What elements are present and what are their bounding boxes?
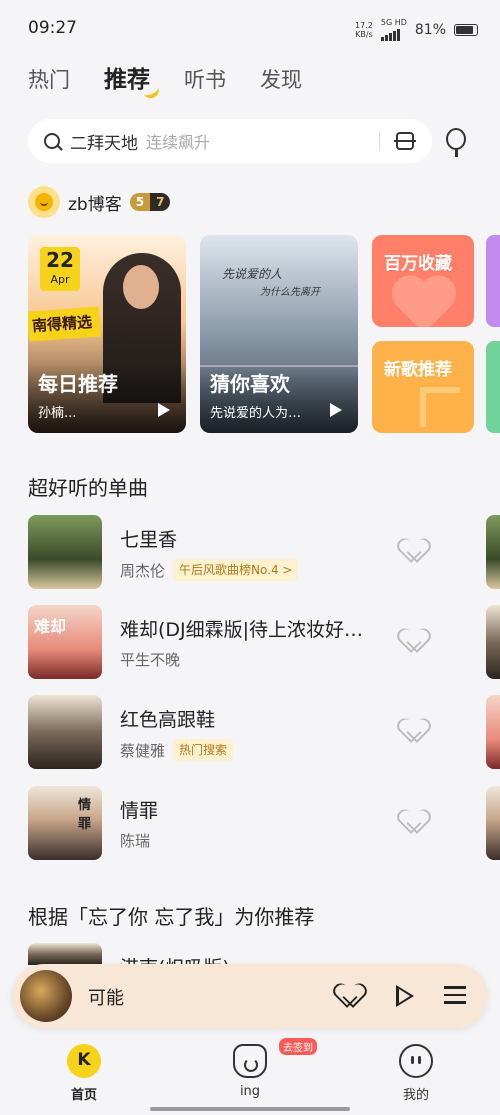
- nav-ing[interactable]: 去签到 ing: [210, 1038, 317, 1099]
- song-row[interactable]: 难却 难却(DJ细霖版|待上浓妆好… 平生不晚: [28, 605, 468, 679]
- search-hint: 连续飙升: [146, 133, 211, 152]
- play-icon[interactable]: [330, 403, 342, 417]
- cover-banner-text: 南得精选: [31, 312, 93, 336]
- tile-peek[interactable]: [486, 341, 500, 433]
- song-title: 情罪: [120, 800, 159, 822]
- tile-million-favorites[interactable]: 百万收藏: [372, 235, 474, 327]
- like-heart-icon[interactable]: [402, 629, 428, 653]
- player-song-title: 可能: [88, 988, 124, 1009]
- battery-percent: 81%: [414, 21, 446, 38]
- song-cover: [28, 943, 102, 965]
- user-row[interactable]: zb博客 5 7: [28, 186, 171, 218]
- music-note-icon: [420, 387, 460, 427]
- signal-icon: 5G HD: [380, 18, 407, 41]
- headphone-icon: 去签到: [233, 1038, 317, 1078]
- date-badge: 22 Apr: [40, 247, 80, 291]
- song-cover: 难却: [28, 605, 102, 679]
- card-title: 每日推荐: [38, 372, 118, 396]
- heart-shape-icon: [398, 277, 458, 327]
- cover-script-text-2: 为什么先离开: [260, 287, 320, 298]
- status-time: 09:27: [28, 18, 77, 38]
- song-title: 红色高跟鞋: [120, 709, 216, 731]
- song-artist: 陈瑞: [120, 832, 151, 850]
- cover-script-text: 先说爱的人: [222, 267, 283, 281]
- face-icon: [399, 1044, 433, 1078]
- guess-you-like-card[interactable]: 先说爱的人 为什么先离开 猜你喜欢 先说爱的人为…: [200, 235, 358, 433]
- status-indicators: 17.2 KB/s 5G HD 81%: [355, 18, 478, 41]
- user-name: zb博客: [68, 194, 122, 215]
- scan-icon[interactable]: [394, 132, 416, 150]
- checkin-badge[interactable]: 去签到: [279, 1038, 317, 1055]
- player-album-art[interactable]: [20, 970, 72, 1022]
- daily-recommend-card[interactable]: 22 Apr 南得精选 每日推荐 孙楠...: [28, 235, 186, 433]
- search-icon: [44, 133, 60, 149]
- nav-me[interactable]: 我的: [376, 1044, 456, 1103]
- avatar[interactable]: [28, 186, 60, 218]
- tab-recommend[interactable]: 推荐: [104, 60, 162, 101]
- song-cover: [28, 515, 102, 589]
- nav-home[interactable]: K 首页: [44, 1044, 124, 1103]
- song-artist: 平生不晚: [120, 651, 181, 669]
- playlist-icon[interactable]: [444, 986, 466, 1004]
- tile-peek[interactable]: [486, 235, 500, 327]
- song-cover: [28, 695, 102, 769]
- song-artist: 蔡健雅: [120, 741, 166, 760]
- song-title: 难却(DJ细霖版|待上浓妆好…: [120, 619, 364, 641]
- song-row[interactable]: 七里香 周杰伦 午后风歌曲榜No.4 >: [28, 515, 468, 589]
- song-row[interactable]: 情罪 情罪 陈瑞: [28, 786, 468, 860]
- search-query: 二拜天地: [70, 133, 138, 154]
- home-indicator: [150, 1107, 350, 1111]
- tab-discover[interactable]: 发现: [260, 64, 302, 94]
- top-tabs: 热门 推荐 听书 发现: [28, 60, 336, 101]
- song-tag[interactable]: 午后风歌曲榜No.4 >: [173, 559, 299, 581]
- song-row[interactable]: 红色高跟鞋 蔡健雅 热门搜索: [28, 695, 468, 769]
- sing-mic-icon[interactable]: [440, 122, 474, 160]
- like-heart-icon[interactable]: [402, 539, 428, 563]
- song-artist: 周杰伦: [120, 561, 166, 580]
- song-row[interactable]: 港南(炽吸版): [28, 943, 468, 965]
- search-bar[interactable]: 二拜天地 连续飙升: [28, 119, 432, 163]
- card-subtitle: 孙楠...: [38, 406, 77, 421]
- play-icon[interactable]: [396, 985, 414, 1007]
- tile-new-songs[interactable]: 新歌推荐: [372, 341, 474, 433]
- song-tag[interactable]: 热门搜索: [173, 739, 234, 761]
- section-title: 超好听的单曲: [28, 476, 148, 500]
- tab-audiobook[interactable]: 听书: [184, 64, 226, 94]
- net-speed: 17.2 KB/s: [355, 20, 373, 39]
- mini-player[interactable]: 可能: [12, 964, 488, 1028]
- card-title: 猜你喜欢: [210, 372, 290, 396]
- status-bar: 09:27 17.2 KB/s 5G HD 81%: [0, 0, 500, 56]
- bottom-nav: K 首页 去签到 ing 我的: [0, 1036, 500, 1115]
- vip-badge[interactable]: 5 7: [129, 193, 171, 211]
- battery-icon: [454, 23, 478, 36]
- play-icon[interactable]: [158, 403, 170, 417]
- song-title: 七里香: [120, 529, 178, 551]
- home-logo-icon: K: [67, 1044, 101, 1078]
- like-heart-icon[interactable]: [402, 810, 428, 834]
- search-divider: [379, 131, 380, 151]
- card-subtitle: 先说爱的人为…: [210, 406, 302, 421]
- like-heart-icon[interactable]: [402, 719, 428, 743]
- section-title: 根据「忘了你 忘了我」为你推荐: [28, 905, 315, 929]
- song-cover: 情罪: [28, 786, 102, 860]
- tab-hot[interactable]: 热门: [28, 64, 70, 94]
- heart-icon[interactable]: [338, 984, 364, 1008]
